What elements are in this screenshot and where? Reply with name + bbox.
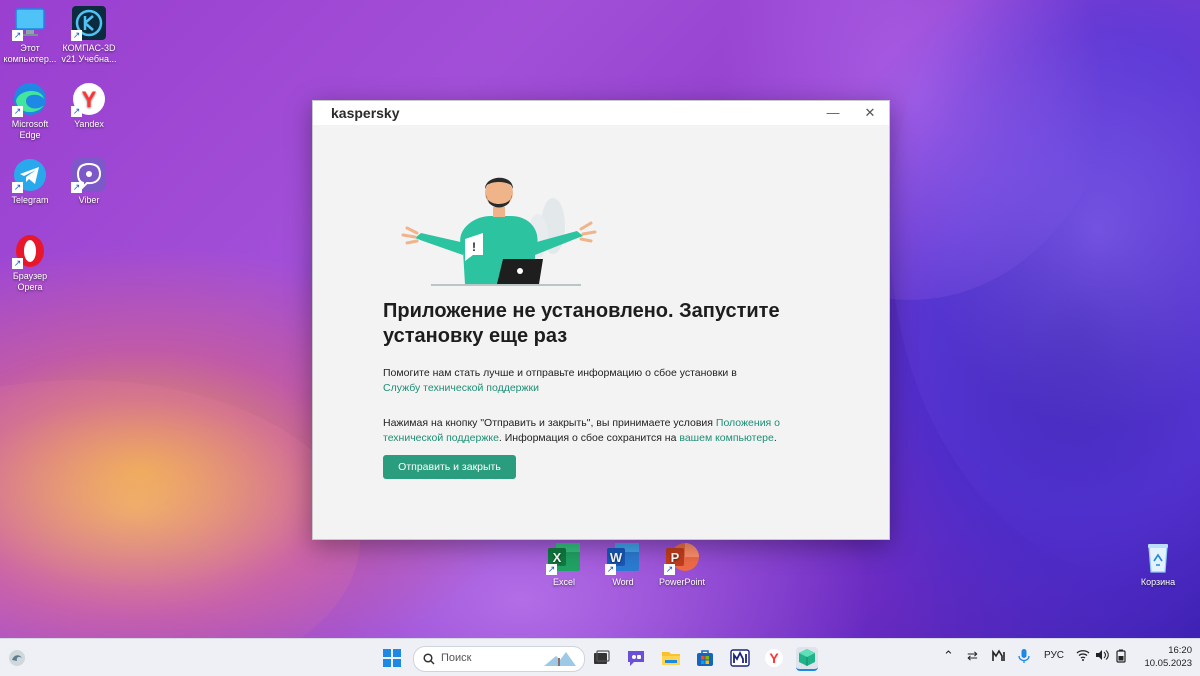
powerpoint-icon: P ↗ (664, 539, 700, 575)
desktop-icon-label: Word (612, 577, 634, 587)
svg-text:!: ! (472, 240, 476, 254)
network-switch-icon[interactable]: ⇄ (967, 648, 978, 664)
start-button[interactable] (383, 649, 401, 667)
desktop-icon-telegram[interactable]: ↗ Telegram (0, 157, 60, 206)
kaspersky-taskbar-icon[interactable] (796, 647, 818, 671)
app-tray-icon[interactable] (992, 649, 1006, 666)
search-placeholder: Поиск (441, 652, 472, 664)
edge-icon: ↗ (12, 81, 48, 117)
wifi-icon[interactable] (1076, 649, 1090, 664)
teams-chat-icon[interactable] (625, 647, 647, 669)
desktop-icon-excel[interactable]: X ↗ Excel (534, 539, 594, 588)
desktop-icon-label: Этот компьютер... (3, 43, 57, 64)
desktop: ↗ Этот компьютер... ↗ КОМПАС-3D v21 Учеб… (0, 0, 1200, 638)
desktop-icon-powerpoint[interactable]: P ↗ PowerPoint (652, 539, 712, 588)
svg-text:Y: Y (769, 650, 779, 666)
svg-text:Y: Y (82, 87, 97, 112)
desktop-icon-viber[interactable]: ↗ Viber (59, 157, 119, 206)
desktop-icon-label: Yandex (74, 119, 104, 129)
excel-icon: X ↗ (546, 539, 582, 575)
desktop-icon-opera[interactable]: ↗ Браузер Opera (0, 233, 60, 293)
opera-icon: ↗ (12, 233, 48, 269)
desktop-icon-label: Корзина (1140, 577, 1176, 587)
window-content: Приложение не установлено. Запустите уст… (383, 299, 823, 446)
desktop-icon-label: Браузер Opera (12, 271, 48, 292)
clock-time: 16:20 (1168, 645, 1192, 656)
svg-text:W: W (610, 550, 623, 565)
desktop-icon-yandex[interactable]: Y ↗ Yandex (59, 81, 119, 130)
word-icon: W ↗ (605, 539, 641, 575)
microphone-icon[interactable] (1018, 648, 1030, 667)
terms-text: . (773, 432, 777, 444)
desktop-icon-this-pc[interactable]: ↗ Этот компьютер... (0, 5, 60, 65)
help-paragraph: Помогите нам стать лучше и отправьте инф… (383, 366, 823, 396)
help-text: Помогите нам стать лучше и отправьте инф… (383, 367, 737, 379)
kompas-icon: ↗ (71, 5, 107, 41)
desktop-icon-edge[interactable]: ↗ Microsoft Edge (0, 81, 60, 141)
file-explorer-icon[interactable] (660, 647, 682, 669)
monitoring-app-icon[interactable] (729, 647, 751, 669)
search-highlight-image (542, 650, 578, 668)
clock-date: 10.05.2023 (1144, 658, 1192, 669)
error-headline: Приложение не установлено. Запустите уст… (383, 300, 780, 347)
desktop-icon-label: КОМПАС-3D v21 Учебна... (61, 43, 117, 64)
telegram-icon: ↗ (12, 157, 48, 193)
language-indicator[interactable]: РУС (1044, 650, 1064, 661)
desktop-icon-label: Telegram (11, 195, 49, 205)
yandex-icon: Y ↗ (71, 81, 107, 117)
search-icon (423, 652, 435, 670)
viber-icon: ↗ (71, 157, 107, 193)
svg-text:P: P (671, 550, 680, 565)
your-computer-link[interactable]: вашем компьютере (679, 432, 773, 444)
desktop-icon-kompas[interactable]: ↗ КОМПАС-3D v21 Учебна... (59, 5, 119, 65)
minimize-button[interactable]: — (823, 104, 843, 122)
desktop-icon-label: Microsoft Edge (11, 119, 49, 140)
kaspersky-window: kaspersky — ✕ ! Приложение не установлен… (312, 100, 890, 540)
battery-icon[interactable] (1115, 649, 1127, 666)
task-view-icon[interactable] (590, 647, 612, 669)
recycle-bin-icon (1140, 539, 1176, 575)
show-hidden-icons-icon[interactable]: ⌃ (943, 648, 954, 664)
kaspersky-logo: kaspersky (331, 105, 400, 121)
close-button[interactable]: ✕ (860, 104, 880, 122)
support-service-link[interactable]: Службу технической поддержки (383, 382, 539, 394)
error-illustration: ! (393, 171, 613, 291)
widgets-icon[interactable] (8, 649, 26, 667)
desktop-icon-recycle-bin[interactable]: Корзина (1128, 539, 1188, 588)
desktop-icon-label: Viber (78, 195, 100, 205)
clock[interactable]: 16:20 10.05.2023 (1136, 644, 1192, 670)
terms-text: Нажимая на кнопку "Отправить и закрыть",… (383, 417, 713, 429)
taskbar: Поиск Y ⌃ ⇄ РУС 16:20 10.05.2023 (0, 638, 1200, 676)
volume-icon[interactable] (1095, 649, 1109, 664)
desktop-icon-word[interactable]: W ↗ Word (593, 539, 653, 588)
terms-paragraph: Нажимая на кнопку "Отправить и закрыть",… (383, 416, 823, 446)
taskbar-search[interactable]: Поиск (413, 646, 585, 672)
yandex-browser-icon[interactable]: Y (763, 647, 785, 669)
window-titlebar[interactable]: kaspersky — ✕ (313, 101, 889, 125)
desktop-icon-label: Excel (552, 577, 575, 587)
terms-text: . Информация о сбое сохранится на (498, 432, 677, 444)
svg-text:X: X (553, 550, 562, 565)
computer-icon: ↗ (12, 5, 48, 41)
send-and-close-button[interactable]: Отправить и закрыть (383, 455, 516, 479)
desktop-icon-label: PowerPoint (658, 577, 706, 587)
microsoft-store-icon[interactable] (694, 647, 716, 669)
